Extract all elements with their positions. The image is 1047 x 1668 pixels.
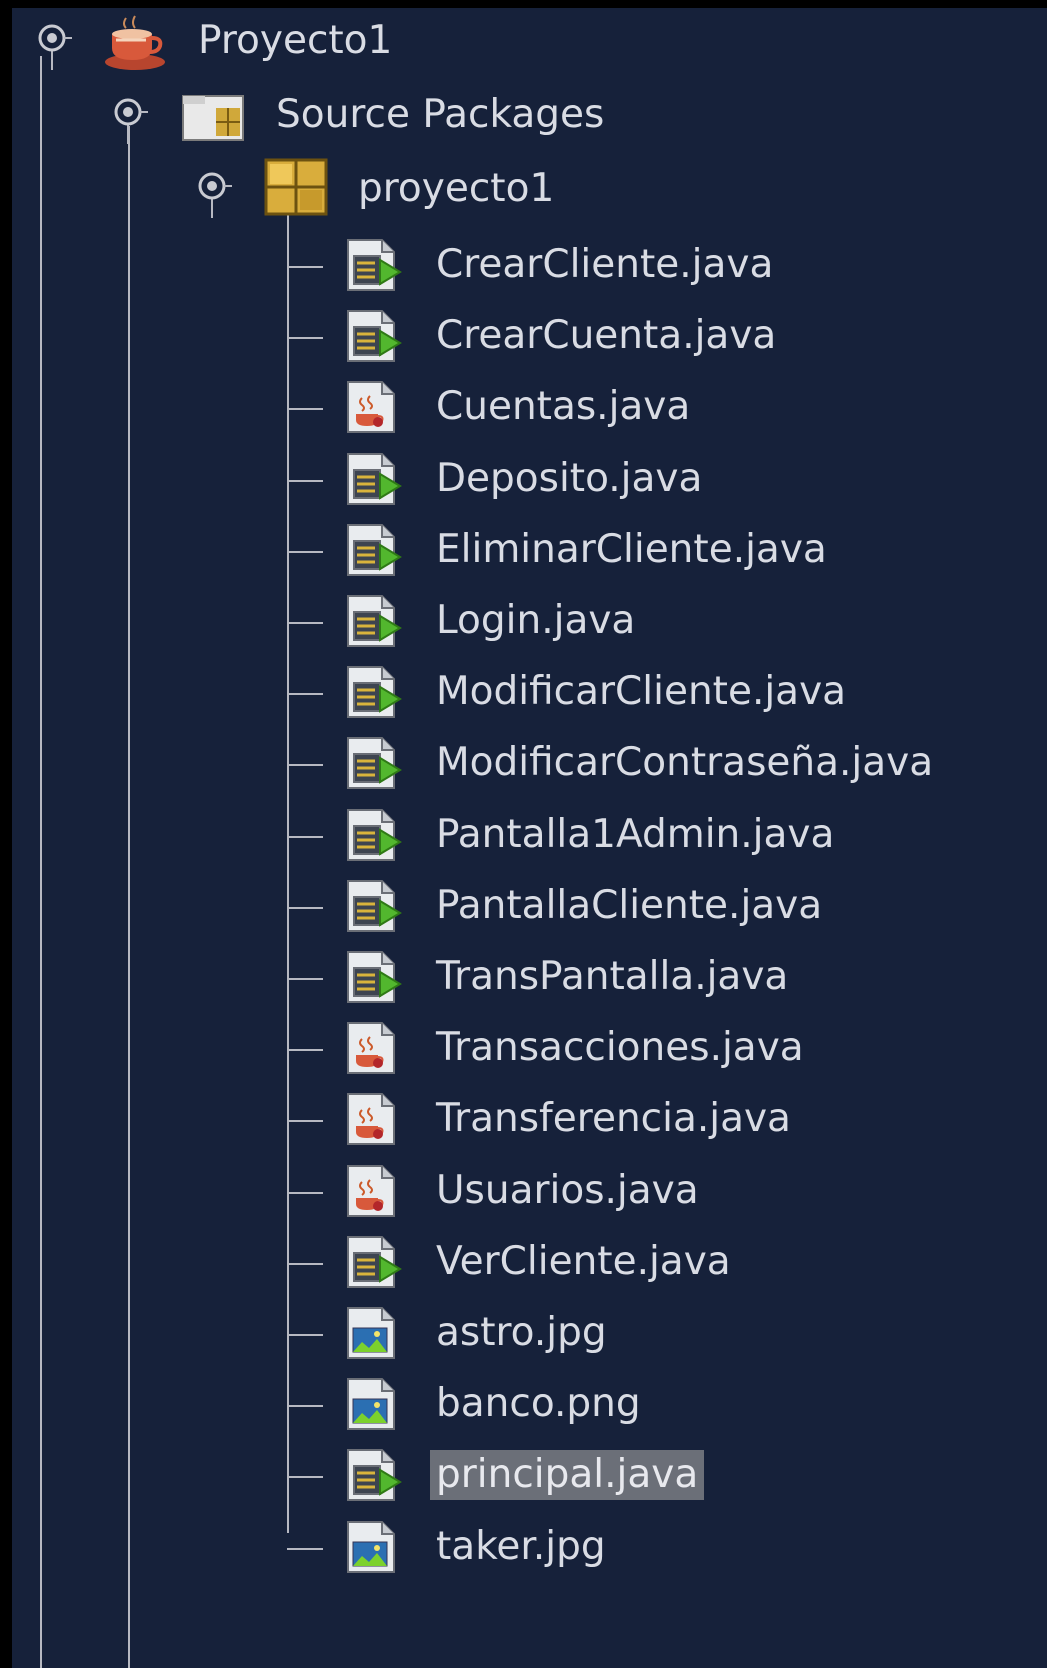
image-file-icon — [344, 1377, 402, 1431]
package-icon — [264, 158, 328, 216]
java-form-icon — [344, 665, 402, 719]
file-item[interactable]: ModificarCliente.java — [12, 655, 1047, 731]
file-item[interactable]: CrearCuenta.java — [12, 299, 1047, 375]
file-label: Pantalla1Admin.java — [436, 811, 835, 857]
tree-connector — [287, 479, 323, 482]
collapse-toggle-icon[interactable] — [192, 168, 232, 222]
tree-node-project[interactable]: Proyecto1 — [12, 8, 1047, 84]
file-item[interactable]: PantallaCliente.java — [12, 869, 1047, 945]
collapse-toggle-icon[interactable] — [32, 20, 72, 74]
tree-connector — [287, 266, 323, 268]
tree-connector — [287, 1334, 323, 1336]
tree-connector — [287, 622, 323, 624]
file-label: VerCliente.java — [436, 1238, 731, 1284]
file-item[interactable]: taker.jpg — [12, 1510, 1047, 1586]
java-form-icon — [344, 736, 402, 790]
file-label: banco.png — [436, 1381, 641, 1427]
file-item[interactable]: Transferencia.java — [12, 1082, 1047, 1158]
file-label: EliminarCliente.java — [436, 526, 827, 572]
file-label: CrearCliente.java — [436, 242, 774, 287]
tree-connector — [287, 550, 323, 553]
file-label: Usuarios.java — [436, 1167, 699, 1213]
java-class-icon — [344, 1092, 402, 1146]
project-label: Proyecto1 — [198, 18, 393, 63]
java-form-icon — [344, 238, 402, 292]
file-label: Transacciones.java — [436, 1025, 804, 1071]
file-label: ModificarCliente.java — [436, 669, 847, 715]
tree-node-package[interactable]: proyecto1 — [12, 156, 1047, 232]
file-item[interactable]: VerCliente.java — [12, 1225, 1047, 1301]
file-item[interactable]: CrearCliente.java — [12, 228, 1047, 304]
file-item[interactable]: astro.jpg — [12, 1296, 1047, 1372]
tree-node-source-packages[interactable]: Source Packages — [12, 82, 1047, 158]
tree-connector — [287, 1405, 323, 1408]
file-label-selected: principal.java — [430, 1450, 705, 1501]
image-file-icon — [344, 1520, 402, 1574]
file-item[interactable]: Cuentas.java — [12, 370, 1047, 446]
tree-connector — [287, 408, 323, 411]
java-form-icon — [344, 523, 402, 577]
java-form-icon — [344, 594, 402, 648]
file-item[interactable]: Usuarios.java — [12, 1154, 1047, 1230]
java-form-icon — [344, 1235, 402, 1289]
java-form-icon — [344, 950, 402, 1004]
java-class-icon — [344, 1164, 402, 1218]
tree-connector — [287, 764, 323, 767]
file-item[interactable]: Login.java — [12, 584, 1047, 660]
file-item[interactable]: TransPantalla.java — [12, 940, 1047, 1016]
package-label: proyecto1 — [358, 166, 555, 211]
tree-connector — [287, 906, 323, 909]
tree-connector — [287, 1120, 323, 1123]
project-tree[interactable]: Proyecto1 Source Packages proyecto1 Crea… — [12, 8, 1047, 1668]
file-item[interactable]: Pantalla1Admin.java — [12, 798, 1047, 874]
file-item[interactable]: Transacciones.java — [12, 1011, 1047, 1087]
file-item[interactable]: principal.java — [12, 1438, 1047, 1514]
file-label: taker.jpg — [436, 1523, 606, 1569]
file-item[interactable]: banco.png — [12, 1367, 1047, 1443]
java-class-icon — [344, 380, 402, 434]
file-label: TransPantalla.java — [436, 954, 789, 999]
tree-connector — [287, 1191, 323, 1194]
collapse-toggle-icon[interactable] — [108, 94, 148, 148]
tree-connector — [287, 835, 323, 838]
tree-connector — [287, 693, 323, 696]
source-packages-label: Source Packages — [276, 92, 605, 137]
image-file-icon — [344, 1306, 402, 1360]
java-form-icon — [344, 879, 402, 933]
tree-connector — [287, 1049, 323, 1052]
file-item[interactable]: EliminarCliente.java — [12, 513, 1047, 589]
file-label: Cuentas.java — [436, 384, 691, 430]
file-label: Login.java — [436, 598, 636, 643]
tree-connector — [287, 1262, 323, 1265]
java-form-icon — [344, 808, 402, 862]
java-form-icon — [344, 309, 402, 363]
tree-connector — [287, 1476, 323, 1479]
tree-connector — [287, 337, 323, 340]
file-label: Transferencia.java — [436, 1096, 791, 1142]
file-label: ModificarContraseña.java — [436, 740, 934, 786]
file-label: astro.jpg — [436, 1310, 607, 1355]
file-item[interactable]: ModificarContraseña.java — [12, 726, 1047, 802]
tree-connector — [287, 1547, 323, 1550]
java-form-icon — [344, 452, 402, 506]
file-label: CrearCuenta.java — [436, 313, 777, 359]
java-form-icon — [344, 1448, 402, 1502]
java-class-icon — [344, 1021, 402, 1075]
tree-connector — [287, 978, 323, 980]
file-label: PantallaCliente.java — [436, 882, 823, 928]
java-project-cup-icon — [102, 14, 168, 74]
source-packages-folder-icon — [180, 88, 246, 144]
file-item[interactable]: Deposito.java — [12, 442, 1047, 518]
file-label: Deposito.java — [436, 455, 703, 501]
